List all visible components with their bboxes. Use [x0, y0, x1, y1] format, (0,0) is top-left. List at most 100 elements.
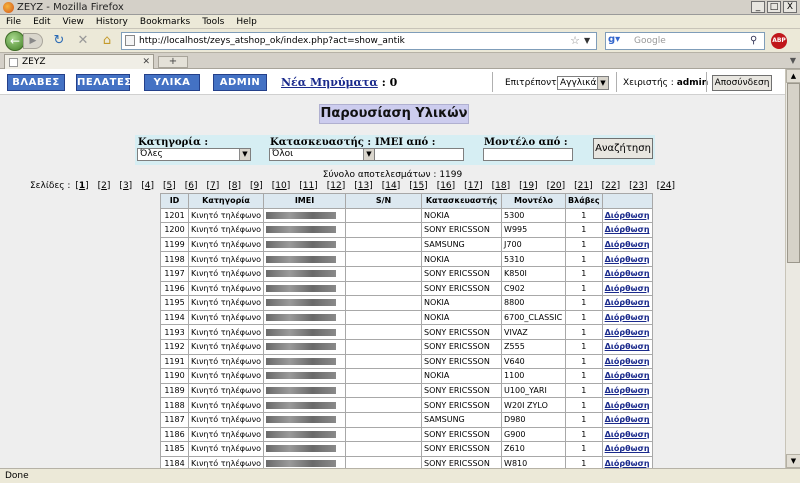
nav-materials-button[interactable]: ΥΛΙΚΑ	[144, 74, 200, 91]
page-link[interactable]: 14	[385, 181, 396, 191]
edit-link[interactable]: Διόρθωση	[601, 207, 653, 224]
language-select[interactable]: Αγγλικά ▼	[557, 76, 609, 90]
language-value: Αγγλικά	[560, 78, 597, 88]
page-link[interactable]: 1	[79, 181, 85, 191]
tab-zeys[interactable]: ΖΕΥΖ ✕	[4, 54, 154, 69]
edit-link[interactable]: Διόρθωση	[601, 338, 653, 355]
menu-history[interactable]: History	[96, 17, 128, 27]
forward-icon[interactable]: ▶	[23, 32, 43, 49]
edit-link[interactable]: Διόρθωση	[601, 251, 653, 267]
vertical-scrollbar[interactable]: ▲ ▼	[785, 69, 800, 468]
page-link[interactable]: 7	[210, 181, 216, 191]
edit-link[interactable]: Διόρθωση	[601, 368, 653, 384]
imei-input[interactable]	[374, 148, 464, 161]
page-link[interactable]: 17	[468, 181, 479, 191]
menu-tools[interactable]: Tools	[202, 17, 224, 27]
menu-edit[interactable]: Edit	[33, 17, 50, 27]
search-button[interactable]: Αναζήτηση	[593, 138, 653, 159]
tab-close-icon[interactable]: ✕	[142, 57, 150, 67]
edit-link[interactable]: Διόρθωση	[601, 426, 653, 443]
cell-manufacturer: NOKIA	[421, 368, 503, 384]
back-icon[interactable]: ←	[5, 30, 25, 51]
edit-link[interactable]: Διόρθωση	[601, 309, 653, 326]
page-link[interactable]: 9	[254, 181, 260, 191]
menu-bookmarks[interactable]: Bookmarks	[140, 17, 190, 27]
new-tab-button[interactable]: +	[158, 56, 188, 68]
edit-link[interactable]: Διόρθωση	[601, 411, 653, 428]
maximize-button[interactable]: □	[767, 1, 781, 13]
close-button[interactable]: X	[783, 1, 797, 13]
nav-customers-button[interactable]: ΠΕΛΑΤΕΣ	[76, 74, 131, 91]
page-link[interactable]: 22	[605, 181, 616, 191]
new-messages-link[interactable]: Νέα Μηνύματα	[281, 76, 378, 89]
page-link[interactable]: 20	[550, 181, 561, 191]
adblock-icon[interactable]: ABP	[771, 32, 787, 49]
page-link[interactable]: 24	[660, 181, 671, 191]
edit-link[interactable]: Διόρθωση	[601, 455, 653, 468]
menu-file[interactable]: File	[6, 17, 21, 27]
page-link[interactable]: 11	[303, 181, 314, 191]
menu-view[interactable]: View	[63, 17, 84, 27]
page-link[interactable]: 16	[440, 181, 451, 191]
page-link-wrapper: [24]	[656, 181, 676, 191]
page-link[interactable]: 21	[578, 181, 589, 191]
table-row: 1190 Κινητό τηλέφωνο NOKIA 1100 1 Διόρθωση	[160, 368, 653, 384]
page-link[interactable]: 13	[358, 181, 369, 191]
scroll-thumb[interactable]	[787, 83, 800, 263]
tab-list-icon[interactable]: ▼	[790, 56, 796, 65]
cell-category: Κινητό τηλέφωνο	[187, 280, 265, 297]
chevron-down-icon[interactable]: ▼	[584, 36, 596, 45]
logout-button[interactable]: Αποσύνδεση	[712, 75, 772, 91]
nav-admin-button[interactable]: ADMIN	[213, 74, 267, 91]
page-link[interactable]: 2	[101, 181, 107, 191]
edit-link[interactable]: Διόρθωση	[601, 441, 653, 457]
search-icon[interactable]: ⚲	[750, 35, 764, 46]
edit-link[interactable]: Διόρθωση	[601, 236, 653, 253]
page-link[interactable]: 12	[330, 181, 341, 191]
page-link[interactable]: 19	[523, 181, 534, 191]
cell-model: K850I	[501, 265, 567, 282]
page-link[interactable]: 6	[188, 181, 194, 191]
minimize-button[interactable]: _	[751, 1, 765, 13]
page-link[interactable]: 8	[232, 181, 238, 191]
reload-icon[interactable]: ↻	[51, 33, 67, 49]
stop-icon[interactable]: ✕	[75, 33, 91, 49]
url-bar[interactable]: http://localhost/zeys_atshop_ok/index.ph…	[121, 31, 597, 50]
cell-id: 1194	[160, 309, 189, 326]
scroll-down-icon[interactable]: ▼	[786, 454, 800, 468]
redacted-value	[266, 314, 337, 322]
page-link-wrapper: [23]	[629, 181, 648, 191]
edit-link[interactable]: Διόρθωση	[601, 382, 653, 399]
home-icon[interactable]: ⌂	[99, 33, 115, 49]
cell-faults: 1	[565, 236, 603, 253]
page-link[interactable]: 4	[145, 181, 151, 191]
scroll-up-icon[interactable]: ▲	[786, 69, 800, 83]
edit-link[interactable]: Διόρθωση	[601, 397, 653, 413]
page-link[interactable]: 15	[413, 181, 424, 191]
page-link[interactable]: 3	[123, 181, 129, 191]
edit-link[interactable]: Διόρθωση	[601, 222, 653, 238]
cell-imei	[263, 441, 347, 457]
category-select[interactable]: Όλες ▼	[137, 148, 251, 161]
cell-faults: 1	[565, 265, 603, 282]
menu-help[interactable]: Help	[236, 17, 257, 27]
web-search-box[interactable]: g▾ Google ⚲	[605, 31, 765, 50]
edit-link[interactable]: Διόρθωση	[601, 265, 653, 282]
cell-manufacturer: SONY ERICSSON	[421, 222, 503, 238]
page-link[interactable]: 18	[495, 181, 506, 191]
cell-sn	[345, 207, 423, 224]
star-icon[interactable]: ☆	[570, 34, 580, 47]
edit-link[interactable]: Διόρθωση	[601, 280, 653, 297]
page-link[interactable]: 10	[275, 181, 286, 191]
cell-category: Κινητό τηλέφωνο	[187, 324, 265, 340]
google-icon[interactable]: g▾	[608, 34, 632, 48]
page-link[interactable]: 5	[166, 181, 172, 191]
page-link[interactable]: 23	[633, 181, 644, 191]
edit-link[interactable]: Διόρθωση	[601, 324, 653, 340]
model-input[interactable]	[483, 148, 573, 161]
nav-faults-button[interactable]: ΒΛΑΒΕΣ	[7, 74, 65, 91]
app-nav: ΒΛΑΒΕΣ ΠΕΛΑΤΕΣ ΥΛΙΚΑ ADMIN Νέα Μηνύματα …	[0, 69, 785, 95]
edit-link[interactable]: Διόρθωση	[601, 353, 653, 370]
manufacturer-select[interactable]: Όλοι ▼	[269, 148, 375, 161]
edit-link[interactable]: Διόρθωση	[601, 295, 653, 311]
